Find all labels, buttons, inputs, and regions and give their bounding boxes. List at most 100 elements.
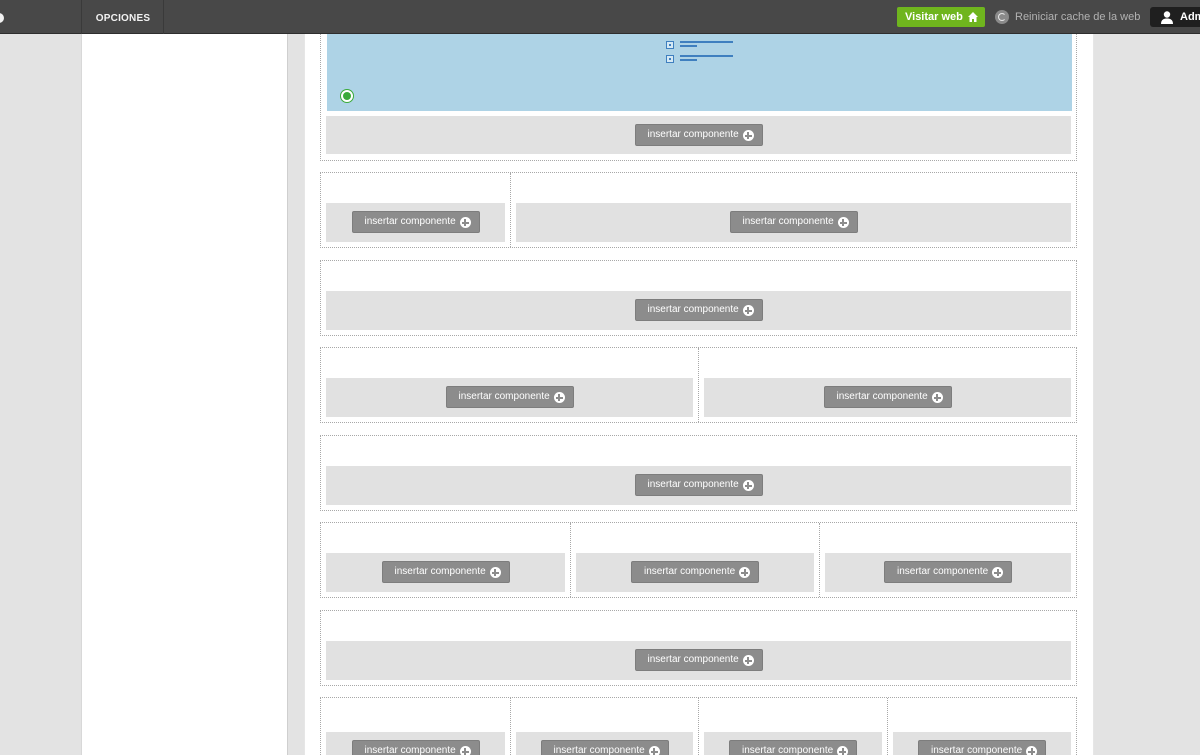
layout-column: insertar componente	[570, 523, 819, 597]
layout-column: insertar componente	[819, 523, 1076, 597]
insert-component-label: insertar componente	[742, 216, 834, 227]
layout-column: insertar componente	[510, 173, 1076, 247]
plus-icon	[837, 746, 848, 755]
layout-column: insertar componente	[321, 173, 510, 247]
plus-icon	[742, 305, 754, 316]
insert-component-button[interactable]: insertar componente	[634, 124, 763, 146]
refresh-icon	[995, 10, 1009, 24]
layout-row: insertar componente insertar componente …	[320, 522, 1077, 598]
layout-column: insertar componente	[698, 348, 1076, 422]
component-slot: insertar componente	[326, 291, 1071, 330]
list-bullet-icon	[666, 41, 674, 49]
insert-component-label: insertar componente	[458, 391, 550, 402]
plus-icon	[553, 392, 565, 403]
insert-component-label: insertar componente	[644, 566, 736, 577]
component-slot: insertar componente	[516, 203, 1071, 242]
layout-column: insertar componente	[321, 523, 570, 597]
menu-opciones[interactable]: OPCIONES	[82, 0, 164, 34]
plus-icon	[931, 392, 943, 403]
status-dot-icon	[341, 90, 353, 102]
visit-web-label: Visitar web	[905, 11, 963, 23]
insert-component-label: insertar componente	[836, 391, 928, 402]
layout-row: insertar componente insertar componente	[320, 172, 1077, 248]
component-slot: insertar componente	[825, 553, 1071, 592]
plus-icon	[837, 217, 849, 228]
plus-icon	[742, 130, 754, 141]
divider	[163, 0, 164, 34]
insert-component-label: insertar componente	[647, 479, 739, 490]
insert-component-button[interactable]: insertar componente	[729, 211, 858, 233]
user-icon	[1161, 11, 1173, 24]
plus-icon	[648, 746, 660, 755]
component-slot: insertar componente	[704, 378, 1071, 417]
component-slot: insertar componente	[576, 553, 814, 592]
component-slot: insertar componente	[326, 641, 1071, 680]
reset-cache-link[interactable]: Reiniciar cache de la web	[995, 9, 1140, 25]
component-slot: insertar componente	[326, 732, 505, 755]
layout-column: insertar componente	[321, 611, 1076, 685]
layout-row: insertar componente	[320, 435, 1077, 511]
plus-icon	[742, 655, 754, 666]
plus-icon	[459, 746, 471, 755]
component-slot: insertar componente	[326, 553, 565, 592]
plus-icon	[489, 567, 501, 578]
plus-icon	[992, 567, 1003, 578]
plus-icon	[459, 217, 471, 228]
layout-row: insertar componente	[320, 34, 1077, 161]
insert-component-button[interactable]: insertar componente	[634, 474, 763, 496]
component-preview[interactable]	[327, 34, 1072, 111]
insert-component-label: insertar componente	[897, 566, 989, 577]
top-bar: OPCIONES Visitar web Reiniciar cache de …	[0, 0, 1200, 34]
insert-component-label: insertar componente	[647, 129, 739, 140]
home-icon	[968, 12, 978, 22]
right-margin	[1110, 34, 1200, 755]
layout-column: insertar componente	[698, 698, 887, 755]
layout-column: insertar componente	[321, 348, 698, 422]
insert-component-label: insertar componente	[364, 216, 456, 227]
insert-component-button[interactable]: insertar componente	[351, 211, 480, 233]
insert-component-button[interactable]: insertar componente	[540, 740, 669, 755]
insert-component-label: insertar componente	[647, 654, 739, 665]
insert-component-label: insertar componente	[553, 745, 645, 755]
user-name: Adm	[1180, 11, 1200, 23]
layout-row: insertar componente insertar componente	[320, 347, 1077, 423]
insert-component-button[interactable]: insertar componente	[445, 386, 574, 408]
insert-component-button[interactable]: insertar componente	[351, 740, 480, 755]
logo-icon[interactable]	[0, 13, 4, 23]
component-slot: insertar componente	[326, 466, 1071, 505]
component-slot: insertar componente	[516, 732, 693, 755]
user-menu[interactable]: Adm	[1150, 7, 1200, 27]
insert-component-button[interactable]: insertar componente	[729, 740, 857, 755]
component-slot: insertar componente	[326, 203, 505, 242]
insert-component-button[interactable]: insertar componente	[918, 740, 1046, 755]
layout-row: insertar componente	[320, 610, 1077, 686]
list-bullet-icon	[666, 55, 674, 63]
text-line	[680, 41, 733, 43]
insert-component-label: insertar componente	[394, 566, 486, 577]
insert-component-label: insertar componente	[931, 745, 1023, 755]
layout-column: insertar componente	[510, 698, 698, 755]
plus-icon	[742, 480, 754, 491]
reset-cache-label: Reiniciar cache de la web	[1015, 11, 1141, 23]
insert-component-label: insertar componente	[742, 745, 834, 755]
layout-column: insertar componente	[887, 698, 1076, 755]
plus-icon	[1026, 746, 1037, 755]
insert-component-button[interactable]: insertar componente	[634, 299, 763, 321]
insert-component-label: insertar componente	[364, 745, 456, 755]
insert-component-button[interactable]: insertar componente	[823, 386, 952, 408]
insert-component-button[interactable]: insertar componente	[634, 649, 763, 671]
component-slot: insertar componente	[704, 732, 882, 755]
text-line	[680, 55, 733, 57]
plus-icon	[739, 567, 750, 578]
insert-component-button[interactable]: insertar componente	[884, 561, 1012, 583]
visit-web-button[interactable]: Visitar web	[897, 7, 985, 27]
insert-component-button[interactable]: insertar componente	[381, 561, 510, 583]
left-panel	[81, 34, 288, 755]
component-slot: insertar componente	[326, 378, 693, 417]
text-line	[680, 45, 697, 47]
insert-component-label: insertar componente	[647, 304, 739, 315]
layout-row: insertar componente	[320, 260, 1077, 336]
insert-component-button[interactable]: insertar componente	[631, 561, 759, 583]
component-slot: insertar componente	[893, 732, 1071, 755]
layout-row: insertar componente insertar componente …	[320, 697, 1077, 755]
